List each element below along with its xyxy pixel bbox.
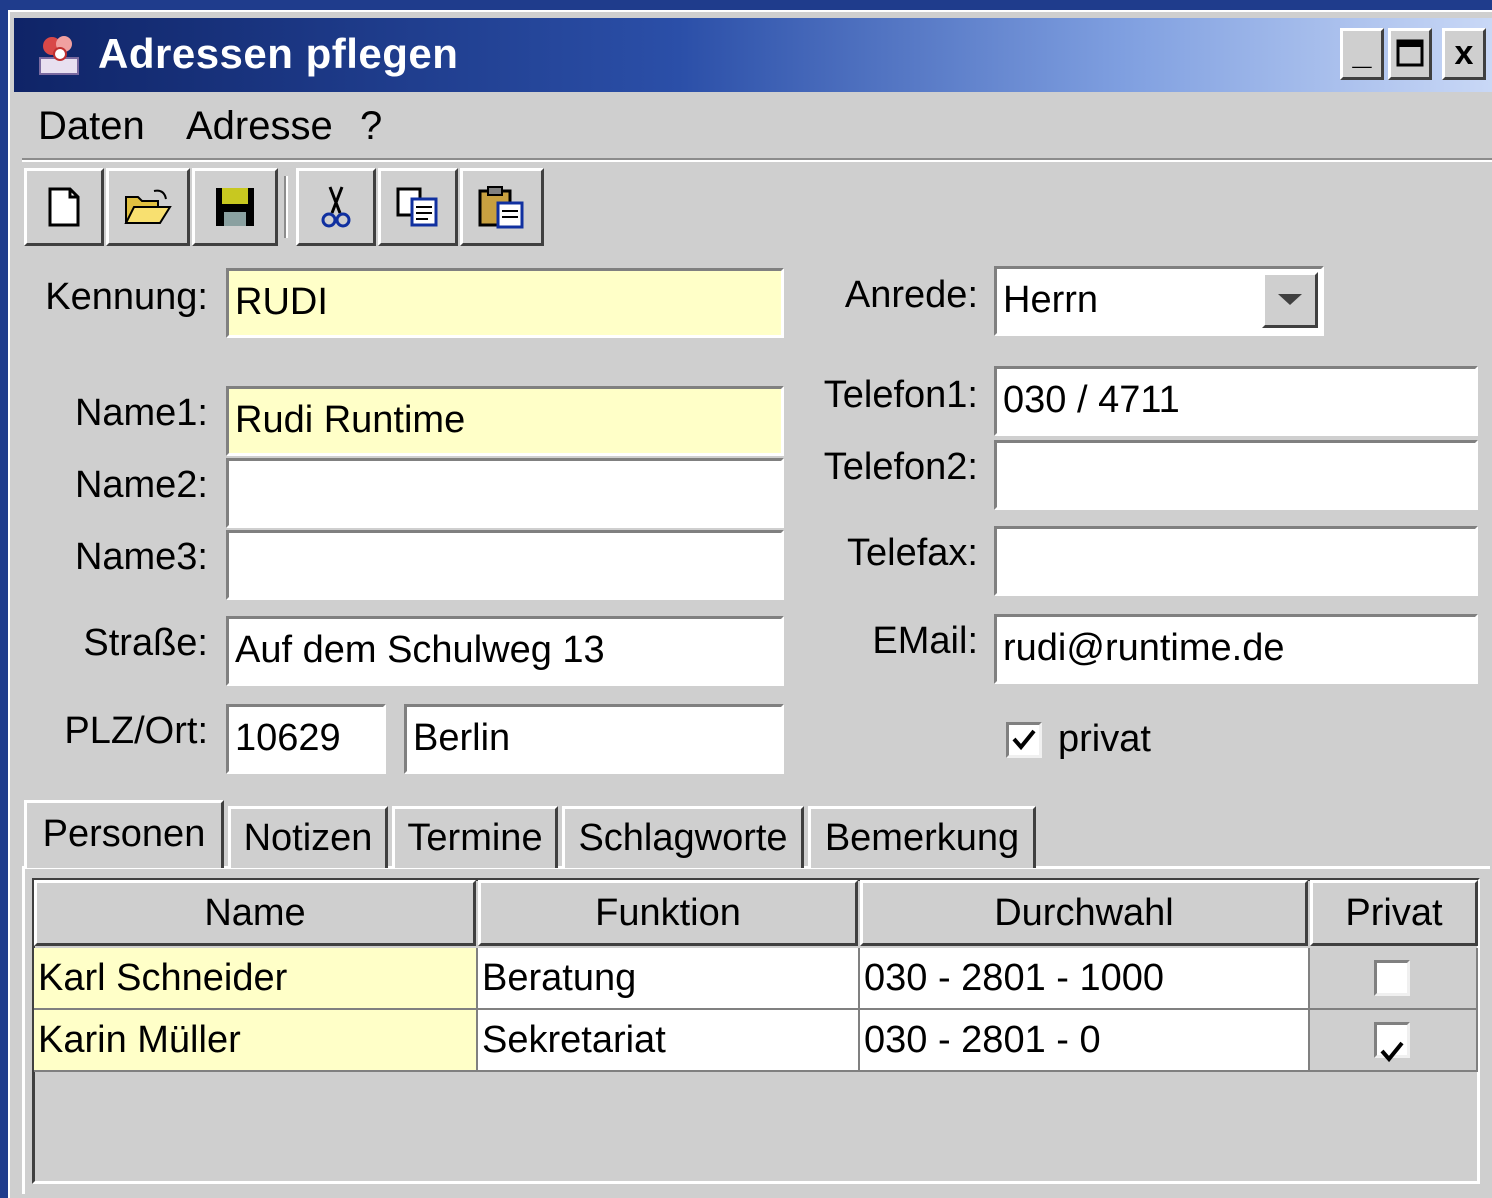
kennung-label: Kennung:: [45, 276, 208, 318]
anrede-value: Herrn: [1003, 279, 1099, 321]
minimize-button[interactable]: _: [1340, 28, 1384, 80]
telefax-label: Telefax:: [847, 532, 978, 574]
table-cell-name[interactable]: Karl Schneider: [34, 948, 478, 1010]
name3-field[interactable]: [226, 530, 784, 600]
chevron-down-icon: [1278, 294, 1302, 305]
cut-button[interactable]: [296, 168, 376, 246]
cut-icon: [321, 186, 351, 228]
email-label: EMail:: [872, 620, 978, 662]
column-header-durchwahl[interactable]: Durchwahl: [860, 880, 1308, 946]
table-cell-privat[interactable]: [1310, 948, 1478, 1010]
row2-privat-checkbox[interactable]: [1374, 1022, 1410, 1063]
privat-checkbox[interactable]: [1006, 722, 1042, 758]
row1-privat-checkbox[interactable]: [1374, 960, 1410, 996]
anrede-dropdown-button[interactable]: [1262, 272, 1318, 328]
column-header-privat[interactable]: Privat: [1310, 880, 1478, 946]
table-cell-durchwahl[interactable]: 030 - 2801 - 1000: [860, 948, 1310, 1010]
name2-label: Name2:: [74, 464, 208, 506]
tab-bemerkung[interactable]: Bemerkung: [808, 806, 1036, 868]
ort-field[interactable]: Berlin: [404, 704, 784, 774]
menu-daten[interactable]: Daten: [38, 104, 145, 149]
window-title: Adressen pflegen: [98, 30, 459, 77]
checkmark-icon: [1380, 1041, 1404, 1063]
copy-button[interactable]: [378, 168, 458, 246]
toolbar-separator: [284, 176, 288, 238]
strasse-label: Straße:: [83, 622, 208, 664]
name2-field[interactable]: [226, 458, 784, 528]
close-button[interactable]: x: [1442, 28, 1486, 80]
telefon1-field[interactable]: 030 / 4711: [994, 366, 1478, 436]
name1-label: Name1:: [74, 392, 208, 434]
new-icon: [48, 187, 80, 227]
table-cell-privat[interactable]: [1310, 1010, 1478, 1072]
tab-termine[interactable]: Termine: [392, 806, 558, 868]
copy-icon: [396, 187, 438, 227]
save-button[interactable]: [192, 168, 278, 246]
menu-help[interactable]: ?: [360, 104, 382, 149]
menu-adresse[interactable]: Adresse: [186, 104, 333, 149]
maximize-button[interactable]: [1388, 28, 1432, 80]
save-icon: [216, 188, 254, 226]
telefon2-label: Telefon2:: [823, 446, 978, 488]
table-cell-name[interactable]: Karin Müller: [34, 1010, 478, 1072]
privat-label: privat: [1058, 718, 1151, 760]
kennung-field[interactable]: RUDI: [226, 268, 784, 338]
telefon1-label: Telefon1:: [823, 374, 978, 416]
paste-button[interactable]: [460, 168, 544, 246]
telefax-field[interactable]: [994, 526, 1478, 596]
strasse-field[interactable]: Auf dem Schulweg 13: [226, 616, 784, 686]
open-icon: [124, 189, 172, 224]
checkmark-icon: [1012, 729, 1036, 751]
plz-field[interactable]: 10629: [226, 704, 386, 774]
email-field[interactable]: rudi@runtime.de: [994, 614, 1478, 684]
menu-separator: [22, 158, 1492, 162]
new-button[interactable]: [24, 168, 104, 246]
name1-field[interactable]: Rudi Runtime: [226, 386, 784, 456]
anrede-label: Anrede:: [844, 274, 978, 316]
tab-schlagworte[interactable]: Schlagworte: [562, 806, 804, 868]
table-cell-durchwahl[interactable]: 030 - 2801 - 0: [860, 1010, 1310, 1072]
telefon2-field[interactable]: [994, 440, 1478, 510]
plzort-label: PLZ/Ort:: [64, 710, 208, 752]
tab-personen[interactable]: Personen: [24, 800, 224, 868]
maximize-icon: [1396, 39, 1424, 67]
column-header-name[interactable]: Name: [34, 880, 476, 946]
table-cell-funktion[interactable]: Sekretariat: [478, 1010, 860, 1072]
name3-label: Name3:: [74, 536, 208, 578]
tab-notizen[interactable]: Notizen: [228, 806, 388, 868]
app-icon: [39, 36, 79, 75]
paste-icon: [478, 186, 524, 229]
column-header-funktion[interactable]: Funktion: [478, 880, 858, 946]
open-button[interactable]: [106, 168, 190, 246]
table-cell-funktion[interactable]: Beratung: [478, 948, 860, 1010]
